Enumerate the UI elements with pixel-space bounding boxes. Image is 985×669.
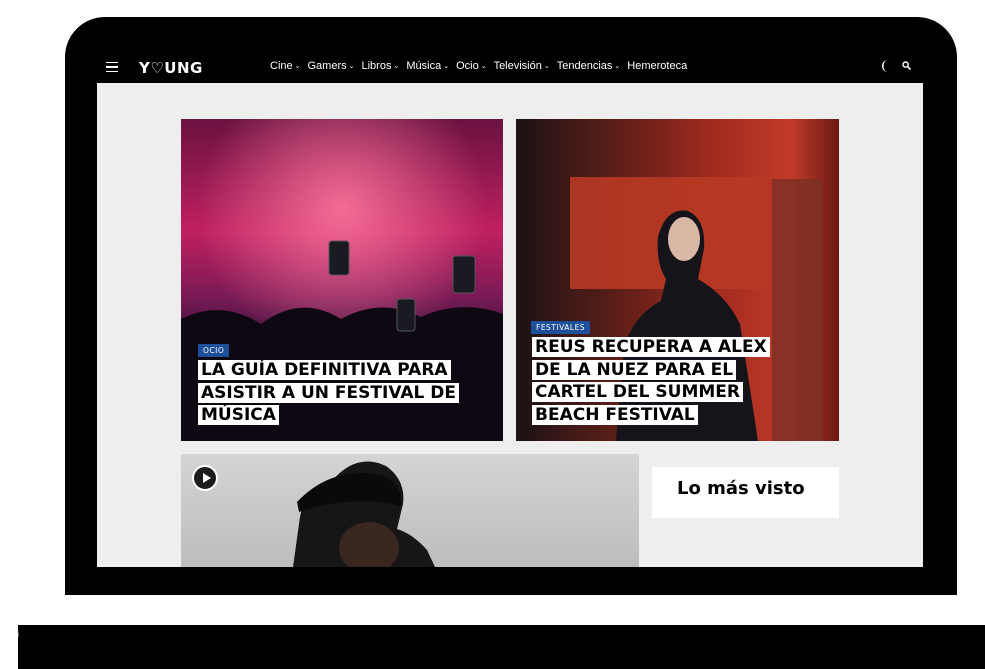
nav-item-cine[interactable]: Cine ⌄ [270,60,301,72]
chevron-down-icon: ⌄ [614,63,621,70]
site-header: Y♡UNG Cine ⌄ Gamers ⌄ Libros ⌄ Música ⌄ Ocio… [97,51,923,83]
nav-item-television[interactable]: Televisión ⌄ [494,60,550,72]
article-headline[interactable]: LA GUÍA DEFINITIVA PARA ASISTIR A UN FES… [198,359,488,427]
chevron-down-icon: ⌄ [348,63,355,70]
nav-item-hemeroteca[interactable]: Hemeroteca [627,60,687,72]
most-viewed-widget: Lo más visto [652,467,839,518]
search-icon[interactable] [902,61,911,70]
video-thumbnail [293,461,435,567]
chevron-down-icon: ⌄ [480,63,487,70]
chevron-down-icon: ⌄ [543,63,550,70]
featured-article-card[interactable]: OCIO LA GUÍA DEFINITIVA PARA ASISTIR A U… [181,119,503,441]
laptop-base [18,625,985,669]
article-headline[interactable]: REUS RECUPERA A ALEX DE LA NUEZ PARA EL … [532,336,782,426]
nav-item-ocio[interactable]: Ocio ⌄ [456,60,487,72]
widget-title: Lo más visto [677,478,805,499]
nav-item-gamers[interactable]: Gamers ⌄ [308,60,355,72]
chevron-down-icon: ⌄ [443,63,450,70]
category-badge[interactable]: OCIO [198,344,230,357]
chevron-down-icon: ⌄ [393,63,400,70]
featured-article-card[interactable]: FESTIVALES REUS RECUPERA A ALEX DE LA NU… [516,119,839,441]
browser-viewport: Y♡UNG Cine ⌄ Gamers ⌄ Libros ⌄ Música ⌄ Ocio… [97,51,923,567]
nav-item-libros[interactable]: Libros ⌄ [362,60,400,72]
nav-item-tendencias[interactable]: Tendencias ⌄ [557,60,621,72]
moon-icon[interactable] [881,60,891,72]
nav-item-musica[interactable]: Música ⌄ [406,60,449,72]
category-badge[interactable]: FESTIVALES [531,321,591,334]
menu-icon[interactable] [106,62,118,72]
chevron-down-icon: ⌄ [294,63,301,70]
play-icon[interactable] [192,465,218,491]
video-article-card[interactable] [181,454,639,567]
main-navigation: Cine ⌄ Gamers ⌄ Libros ⌄ Música ⌄ Ocio ⌄ Tele… [270,60,687,72]
site-logo[interactable]: Y♡UNG [139,59,203,77]
